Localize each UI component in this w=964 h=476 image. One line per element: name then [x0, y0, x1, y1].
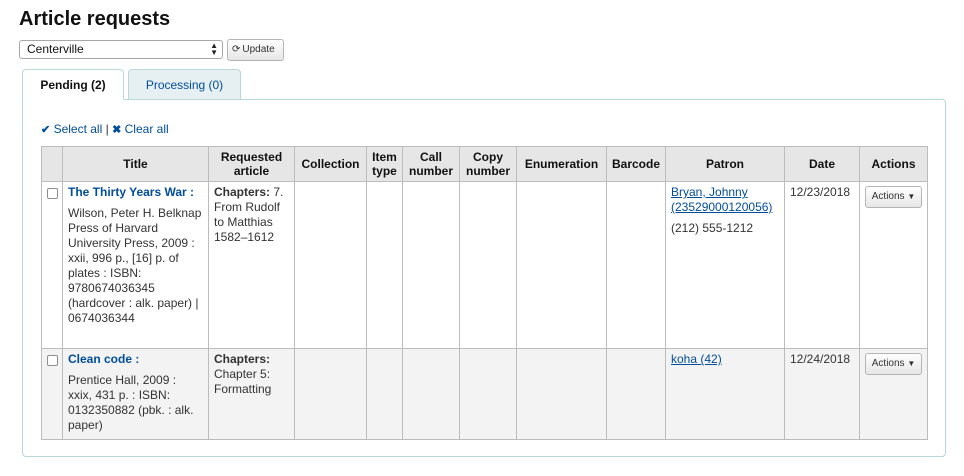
- column-header-select: [41, 146, 63, 182]
- clear-all-link[interactable]: Clear all: [125, 122, 169, 136]
- patron-cell: koha (42): [665, 348, 785, 440]
- row-checkbox[interactable]: [47, 355, 58, 366]
- actions-dropdown-button[interactable]: Actions ▼: [865, 353, 922, 375]
- column-header-collection[interactable]: Collection: [294, 146, 367, 182]
- article-requests-table: Title Requested article Collection Item …: [41, 146, 928, 440]
- table-header-row: Title Requested article Collection Item …: [41, 146, 928, 182]
- barcode-cell: [606, 181, 666, 349]
- tab-pending[interactable]: Pending (2): [22, 69, 124, 100]
- patron-cell: Bryan, Johnny (23529000120056) (212) 555…: [665, 181, 785, 349]
- column-header-item-type[interactable]: Item type: [366, 146, 403, 182]
- actions-label: Actions: [871, 191, 905, 202]
- date-cell: 12/24/2018: [784, 348, 860, 440]
- copy-number-cell: [459, 181, 517, 349]
- title-cell: The Thirty Years War : Wilson, Peter H. …: [62, 181, 209, 349]
- biblio-details: Prentice Hall, 2009 : xxix, 431 p. : ISB…: [68, 373, 194, 432]
- update-button[interactable]: ⟳ Update: [227, 39, 284, 61]
- actions-cell: Actions ▼: [859, 181, 928, 349]
- chapters-value: Chapter 5: Formatting: [214, 367, 272, 396]
- table-row: The Thirty Years War : Wilson, Peter H. …: [41, 181, 928, 349]
- chapters-label: Chapters:: [214, 352, 271, 366]
- column-header-requested-article[interactable]: Requested article: [208, 146, 295, 182]
- column-header-date[interactable]: Date: [784, 146, 860, 182]
- patron-link[interactable]: Bryan, Johnny (23529000120056): [671, 185, 779, 215]
- column-header-enumeration[interactable]: Enumeration: [516, 146, 607, 182]
- title-link[interactable]: Clean code :: [68, 352, 203, 367]
- refresh-icon: ⟳: [232, 44, 241, 55]
- page-title: Article requests: [19, 8, 171, 30]
- column-header-call-number[interactable]: Call number: [402, 146, 460, 182]
- actions-label: Actions: [871, 358, 905, 369]
- selection-separator: |: [105, 122, 109, 136]
- enumeration-cell: [516, 181, 607, 349]
- collection-cell: [294, 348, 367, 440]
- date-cell: 12/23/2018: [784, 181, 860, 349]
- copy-number-cell: [459, 348, 517, 440]
- column-header-barcode[interactable]: Barcode: [606, 146, 666, 182]
- chapters-label: Chapters:: [214, 185, 271, 199]
- patron-phone: (212) 555-1212: [671, 221, 754, 235]
- select-cell: [41, 348, 63, 440]
- collection-cell: [294, 181, 367, 349]
- column-header-copy-number[interactable]: Copy number: [459, 146, 517, 182]
- caret-down-icon: ▼: [907, 359, 916, 368]
- tab-processing[interactable]: Processing (0): [128, 69, 241, 100]
- selection-links: ✔ Select all | ✖ Clear all: [41, 122, 169, 136]
- requested-article-cell: Chapters: 7. From Rudolf to Matthias 158…: [208, 181, 295, 349]
- title-link[interactable]: The Thirty Years War :: [68, 185, 203, 200]
- library-select[interactable]: Centerville ▲ ▼: [19, 40, 223, 59]
- title-cell: Clean code : Prentice Hall, 2009 : xxix,…: [62, 348, 209, 440]
- row-checkbox[interactable]: [47, 188, 58, 199]
- biblio-details: Wilson, Peter H. Belknap Press of Harvar…: [68, 206, 202, 325]
- column-header-patron[interactable]: Patron: [665, 146, 785, 182]
- actions-dropdown-button[interactable]: Actions ▼: [865, 186, 922, 208]
- select-arrows-icon: ▲ ▼: [210, 41, 218, 57]
- requested-article-cell: Chapters: Chapter 5: Formatting: [208, 348, 295, 440]
- library-select-value: Centerville: [27, 42, 84, 56]
- table-row: Clean code : Prentice Hall, 2009 : xxix,…: [41, 348, 928, 440]
- check-icon: ✔: [41, 124, 51, 136]
- item-type-cell: [366, 181, 403, 349]
- select-cell: [41, 181, 63, 349]
- actions-cell: Actions ▼: [859, 348, 928, 440]
- select-all-link[interactable]: Select all: [54, 122, 103, 136]
- patron-link[interactable]: koha (42): [671, 352, 779, 367]
- item-type-cell: [366, 348, 403, 440]
- x-icon: ✖: [112, 124, 122, 136]
- call-number-cell: [402, 181, 460, 349]
- enumeration-cell: [516, 348, 607, 440]
- update-button-label: Update: [242, 44, 275, 55]
- barcode-cell: [606, 348, 666, 440]
- call-number-cell: [402, 348, 460, 440]
- column-header-title[interactable]: Title: [62, 146, 209, 182]
- caret-down-icon: ▼: [907, 192, 916, 201]
- column-header-actions: Actions: [859, 146, 928, 182]
